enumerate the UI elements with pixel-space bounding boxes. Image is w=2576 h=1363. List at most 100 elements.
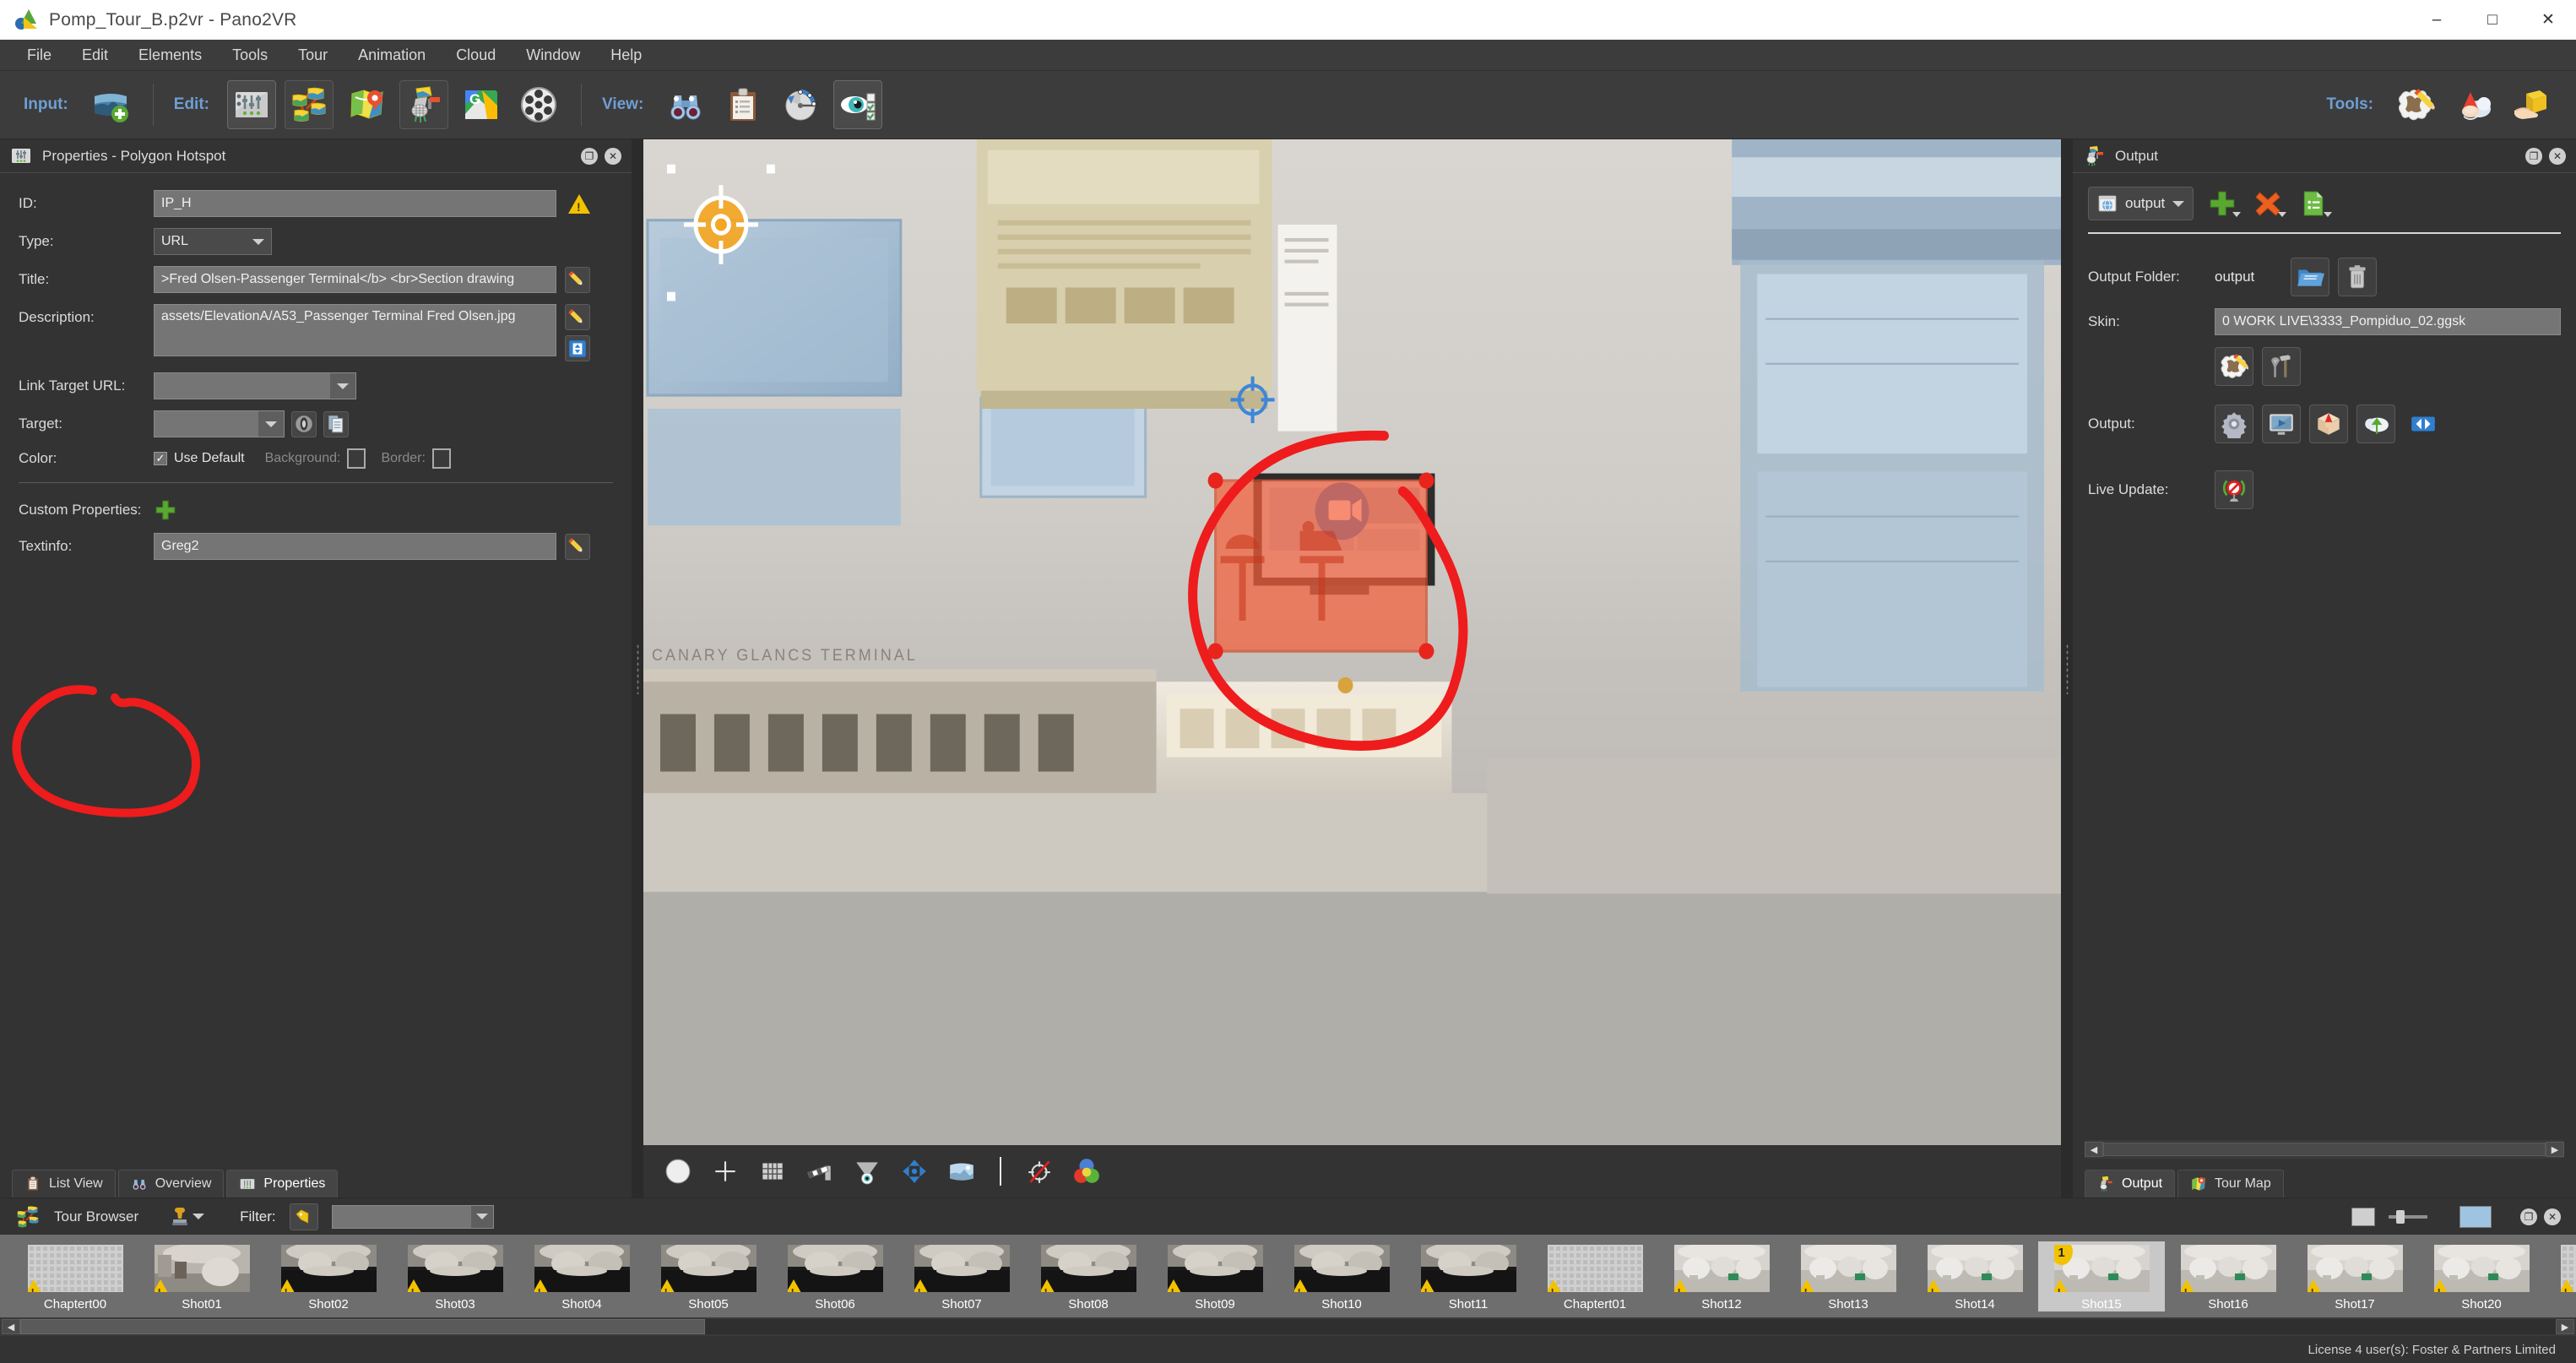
thumbnail-strip[interactable]: Chaptert00 Shot01 Shot02 Shot03 Shot04 Shot05… — [0, 1235, 2576, 1317]
thumbnail-item[interactable]: Shot17 — [2291, 1241, 2418, 1311]
thumbnail-item[interactable]: Shot14 — [1912, 1241, 2038, 1311]
clipboard-list-view-icon[interactable] — [719, 80, 767, 129]
crosshair-icon[interactable] — [711, 1157, 740, 1186]
thumbnail-item[interactable]: Shot10 — [1278, 1241, 1405, 1311]
skin-editor-icon[interactable] — [2215, 347, 2253, 386]
package-box-icon[interactable] — [2309, 405, 2348, 443]
tab-list-view[interactable]: List View — [12, 1170, 116, 1197]
properties-sliders-icon[interactable] — [226, 80, 276, 129]
menu-tools[interactable]: Tools — [217, 40, 283, 71]
thumbnail-item[interactable]: Shot08 — [1025, 1241, 1152, 1311]
barrier-icon[interactable] — [805, 1157, 834, 1186]
scroll-thumb[interactable] — [20, 1319, 705, 1334]
thumbnail-item[interactable]: Shot12 — [1658, 1241, 1785, 1311]
skin-editor-icon[interactable] — [2391, 80, 2440, 129]
scroll-track[interactable] — [2103, 1143, 2546, 1156]
move-arrows-icon[interactable] — [900, 1157, 929, 1186]
title-edit-pencil-icon[interactable] — [565, 266, 590, 293]
large-view-icon[interactable] — [2459, 1205, 2492, 1228]
thumbnail-item[interactable]: Shot20 — [2418, 1241, 2545, 1311]
wrench-hammer-icon[interactable] — [2262, 347, 2301, 386]
thumbnail-item[interactable]: Shot05 — [645, 1241, 772, 1311]
close-icon[interactable]: ✕ — [2544, 1208, 2561, 1225]
grid-icon[interactable] — [758, 1157, 787, 1186]
undock-icon[interactable]: ❐ — [2525, 147, 2542, 165]
gnome-cloud-icon[interactable] — [2449, 80, 2497, 129]
thumbnail-item[interactable]: Chaptert01 — [1532, 1241, 1658, 1311]
skin-input[interactable]: 0 WORK LIVE\3333_Pompiduo_02.ggsk — [2215, 308, 2561, 335]
menu-file[interactable]: File — [12, 40, 67, 71]
close-icon[interactable]: ✕ — [2549, 147, 2566, 165]
field-of-view-icon[interactable] — [853, 1157, 881, 1186]
type-select[interactable]: URL — [154, 228, 272, 255]
thumbnail-item[interactable]: Shot13 — [1785, 1241, 1912, 1311]
tab-overview[interactable]: Overview — [117, 1170, 225, 1197]
trash-icon[interactable] — [2338, 258, 2377, 296]
live-update-disabled-icon[interactable] — [2215, 470, 2253, 509]
close-button[interactable]: ✕ — [2520, 0, 2576, 40]
thumbnail-item[interactable]: Shot07 — [898, 1241, 1025, 1311]
use-default-checkbox[interactable]: ✓ — [154, 452, 167, 465]
textinfo-input[interactable]: Greg2 — [154, 533, 556, 560]
maximize-button[interactable]: □ — [2465, 0, 2520, 40]
scroll-right-icon[interactable]: ▶ — [2556, 1319, 2574, 1334]
title-input[interactable]: >Fred Olsen-Passenger Terminal</b> <br>S… — [154, 266, 556, 293]
compass-direction-icon[interactable] — [776, 80, 825, 129]
scroll-left-icon[interactable]: ◀ — [2, 1319, 20, 1334]
close-icon[interactable]: ✕ — [605, 147, 621, 165]
thumbnail-item[interactable]: Chaptert00 — [12, 1241, 138, 1311]
tour-browser-icon[interactable] — [284, 80, 334, 129]
undock-icon[interactable]: ❐ — [2520, 1208, 2537, 1225]
menu-elements[interactable]: Elements — [123, 40, 217, 71]
output-list-icon[interactable] — [2297, 187, 2333, 220]
compass-icon[interactable] — [664, 1157, 692, 1186]
output-preset-combo[interactable]: output — [2088, 187, 2194, 220]
thumbnail-item[interactable]: Shot04 — [518, 1241, 645, 1311]
slider-icon[interactable] — [2389, 1209, 2427, 1224]
output-panel-scrollbar[interactable]: ◀ ▶ — [2085, 1140, 2564, 1159]
textinfo-edit-pencil-icon[interactable] — [565, 533, 590, 560]
add-panorama-icon[interactable] — [86, 80, 135, 129]
thumbnail-item[interactable]: 1 Shot15 — [2038, 1241, 2165, 1311]
film-reel-icon[interactable] — [514, 80, 563, 129]
thumbnail-item[interactable]: Chaptert02 — [2545, 1241, 2576, 1311]
description-edit-pencil-icon[interactable] — [565, 304, 590, 330]
undock-icon[interactable]: ❐ — [581, 147, 598, 165]
tag-icon[interactable] — [289, 1203, 318, 1230]
blue-folder-icon[interactable] — [2291, 258, 2329, 296]
thumbnail-item[interactable]: Shot01 — [138, 1241, 265, 1311]
menu-help[interactable]: Help — [595, 40, 657, 71]
google-maps-icon[interactable]: G — [457, 80, 506, 129]
description-expand-icon[interactable] — [565, 335, 590, 361]
scroll-track[interactable] — [20, 1319, 2556, 1334]
description-input[interactable]: assets/ElevationA/A53_Passenger Terminal… — [154, 304, 556, 356]
menu-edit[interactable]: Edit — [67, 40, 123, 71]
scroll-left-icon[interactable]: ◀ — [2085, 1142, 2103, 1157]
tab-tour-map[interactable]: Tour Map — [2177, 1170, 2284, 1197]
tour-map-icon[interactable] — [342, 80, 391, 129]
menu-window[interactable]: Window — [511, 40, 595, 71]
thumbnail-item[interactable]: Shot11 — [1405, 1241, 1532, 1311]
gear-settings-icon[interactable] — [2215, 405, 2253, 443]
thumbnail-item[interactable]: Shot02 — [265, 1241, 392, 1311]
color-wheel-icon[interactable] — [1072, 1157, 1101, 1186]
binoculars-overview-icon[interactable] — [661, 80, 710, 129]
scroll-right-icon[interactable]: ▶ — [2546, 1142, 2564, 1157]
tab-properties[interactable]: Properties — [226, 1170, 339, 1197]
menu-cloud[interactable]: Cloud — [441, 40, 511, 71]
left-splitter[interactable] — [632, 139, 643, 1197]
tab-output[interactable]: Output — [2085, 1170, 2176, 1197]
menu-animation[interactable]: Animation — [343, 40, 441, 71]
stamp-button[interactable] — [171, 1206, 205, 1228]
panorama-icon[interactable] — [947, 1157, 976, 1186]
minimize-button[interactable]: – — [2409, 0, 2465, 40]
green-plus-icon[interactable] — [154, 498, 177, 522]
background-color-swatch[interactable] — [347, 448, 366, 469]
right-splitter[interactable] — [2061, 139, 2073, 1197]
thumbnail-item[interactable]: Shot03 — [392, 1241, 518, 1311]
cloud-upload-icon[interactable] — [2356, 405, 2395, 443]
thumbnail-item[interactable]: Shot09 — [1152, 1241, 1278, 1311]
target-combo[interactable] — [154, 410, 285, 437]
border-color-swatch[interactable] — [431, 448, 451, 469]
target-lens-icon[interactable] — [291, 410, 317, 437]
